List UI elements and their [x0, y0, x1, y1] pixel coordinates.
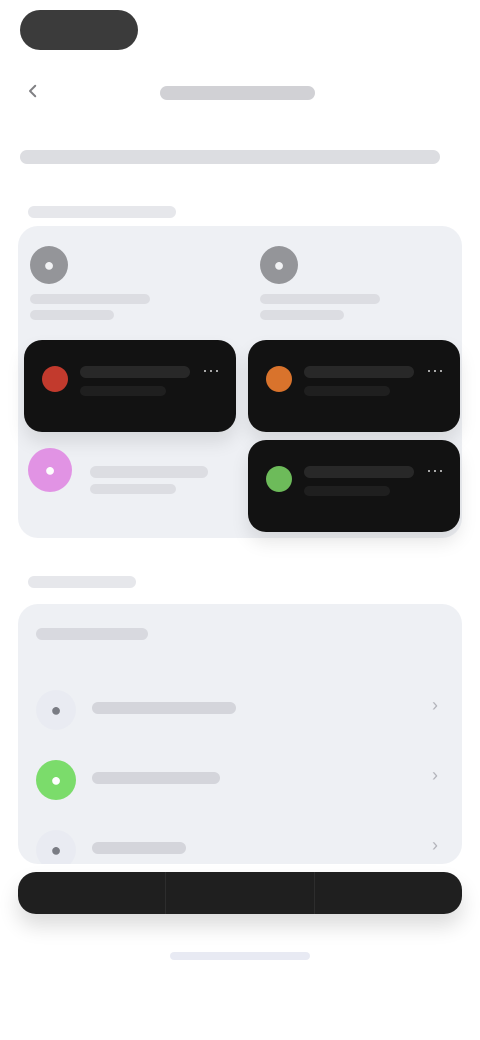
more-icon[interactable]: ⋯: [426, 361, 444, 381]
device-subtitle: [304, 486, 390, 496]
row-icon: ●: [36, 760, 76, 800]
placeholder-label-2: [260, 310, 344, 320]
placeholder-label-2: [30, 310, 114, 320]
chevron-right-icon: ›: [432, 834, 438, 855]
home-indicator: [170, 952, 310, 960]
settings-row[interactable]: ● ›: [18, 742, 462, 812]
device-status-dot: [266, 366, 292, 392]
placeholder-avatar-icon: ●: [30, 246, 68, 284]
page-subtitle: [20, 150, 440, 164]
settings-header: [36, 628, 148, 640]
pink-accent-icon[interactable]: ●: [28, 448, 72, 492]
device-card-1[interactable]: ⋯: [24, 340, 236, 432]
top-navigation-bar: [0, 70, 480, 114]
settings-section-label: [28, 576, 136, 588]
device-card-2[interactable]: ⋯: [248, 340, 460, 432]
placeholder-label-1: [260, 294, 380, 304]
row-label: [92, 772, 220, 784]
placeholder-label-1: [30, 294, 150, 304]
chevron-right-icon: ›: [432, 694, 438, 715]
bottom-action-bar: [18, 872, 462, 914]
more-icon[interactable]: ⋯: [202, 361, 220, 381]
settings-row[interactable]: ● ›: [18, 672, 462, 742]
placeholder-avatar-icon: ●: [260, 246, 298, 284]
back-icon[interactable]: [22, 80, 44, 102]
device-status-dot: [42, 366, 68, 392]
more-icon[interactable]: ⋯: [426, 461, 444, 481]
settings-row[interactable]: ● ›: [18, 812, 462, 864]
device-placeholder-line: [90, 466, 208, 478]
row-icon: ●: [36, 830, 76, 864]
page-title: [160, 86, 315, 100]
bottom-action-right[interactable]: [315, 872, 462, 914]
device-status-dot: [266, 466, 292, 492]
device-title: [304, 366, 414, 378]
status-bar-pill: [20, 10, 138, 50]
devices-panel: ● ● ⋯ ⋯ ⋯: [18, 226, 462, 538]
device-title: [304, 466, 414, 478]
device-subtitle: [304, 386, 390, 396]
device-title: [80, 366, 190, 378]
row-label: [92, 702, 236, 714]
chevron-right-icon: ›: [432, 764, 438, 785]
devices-section-label: [28, 206, 176, 218]
device-placeholder-line: [90, 484, 176, 494]
device-subtitle: [80, 386, 166, 396]
bottom-action-middle[interactable]: [166, 872, 315, 914]
settings-panel: ● › ● › ● ›: [18, 604, 462, 864]
row-icon: ●: [36, 690, 76, 730]
bottom-action-left[interactable]: [18, 872, 167, 914]
device-card-3[interactable]: ⋯: [248, 440, 460, 532]
row-label: [92, 842, 186, 854]
